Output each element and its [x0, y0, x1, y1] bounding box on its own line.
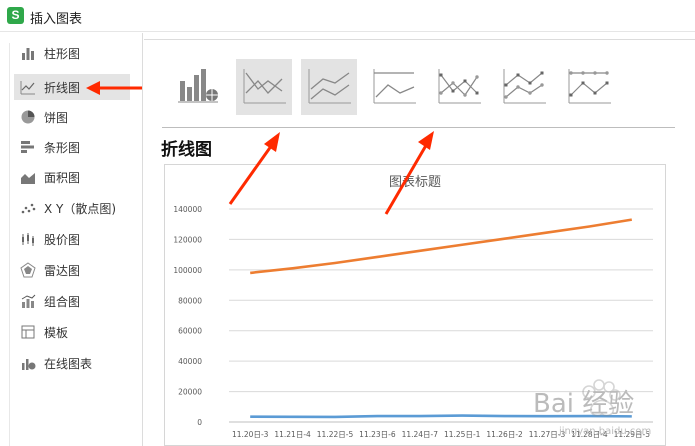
stacked-line-markers-icon — [503, 69, 546, 104]
percent-stacked-line-markers-icon — [568, 69, 611, 104]
x-tick-label: 11.20日-3 — [232, 430, 269, 439]
annotation-arrow-sidebar — [86, 81, 142, 95]
line-with-markers-icon — [438, 69, 481, 104]
x-tick-label: 11.21日-4 — [274, 430, 311, 439]
online-line-chart-icon — [178, 69, 218, 103]
sidebar-item-area[interactable]: 面积图 — [14, 164, 130, 190]
stacked-line-chart-icon — [308, 69, 351, 104]
dialog-title: 插入图表 — [30, 12, 83, 27]
panel-top-border — [144, 39, 695, 40]
radar-icon — [20, 262, 36, 278]
sidebar-item-label: 组合图 — [44, 294, 81, 309]
subtype-line-with-markers[interactable] — [431, 59, 487, 115]
y-tick-label: 100000 — [173, 266, 202, 275]
sidebar-item-pie[interactable]: 饼图 — [14, 104, 130, 130]
series-line-1 — [250, 218, 633, 275]
y-tick-label: 120000 — [173, 235, 202, 244]
x-tick-label: 11.23日-6 — [359, 430, 396, 439]
app-icon: S — [7, 7, 24, 24]
sidebar-item-label: 雷达图 — [44, 263, 81, 278]
sidebar-item-template[interactable]: 模板 — [14, 319, 130, 345]
sidebar-item-radar[interactable]: 雷达图 — [14, 257, 130, 283]
sidebar-item-bar[interactable]: 条形图 — [14, 134, 130, 160]
percent-stacked-line-icon — [373, 69, 416, 104]
sidebar-item-column[interactable]: 柱形图 — [14, 40, 130, 66]
sidebar-item-scatter[interactable]: X Y（散点图) — [14, 195, 130, 221]
section-title: 折线图 — [161, 140, 212, 160]
sidebar-edge — [9, 43, 10, 446]
sidebar-item-label: 股价图 — [44, 232, 81, 247]
x-tick-label: 11.22日-5 — [317, 430, 354, 439]
annotation-arrow-subtype-2 — [384, 131, 434, 215]
sidebar-item-label: 柱形图 — [44, 46, 81, 61]
baidu-watermark: Bai 经验 jingyan.baidu.com — [533, 379, 651, 437]
sidebar-item-label: 饼图 — [44, 110, 69, 125]
template-icon — [21, 325, 35, 339]
subtype-stacked-line-chart[interactable] — [301, 59, 357, 115]
pie-chart-icon — [21, 110, 35, 124]
sidebar-item-label: 条形图 — [44, 140, 81, 155]
line-chart-icon — [20, 81, 35, 95]
x-tick-label: 11.25日-1 — [444, 430, 481, 439]
y-tick-label: 20000 — [178, 388, 202, 397]
subtype-online-line-chart[interactable] — [170, 59, 226, 115]
area-chart-icon — [21, 173, 35, 184]
stock-chart-icon — [22, 233, 34, 246]
watermark-url: jingyan.baidu.com — [558, 426, 651, 437]
x-tick-label: 11.24日-7 — [402, 430, 439, 439]
sidebar-item-label: X Y（散点图) — [44, 201, 117, 216]
sidebar-item-label: 模板 — [44, 325, 69, 340]
horizontal-bar-icon — [21, 141, 34, 153]
subtype-percent-stacked-line[interactable] — [366, 59, 422, 115]
y-tick-label: 40000 — [178, 357, 202, 366]
y-tick-label: 0 — [197, 418, 202, 427]
sidebar-item-online-chart[interactable]: 在线图表 — [14, 350, 130, 376]
sidebar-item-label: 折线图 — [44, 80, 81, 95]
x-tick-label: 11.26日-2 — [486, 430, 523, 439]
bar-chart-icon — [22, 48, 34, 60]
y-tick-label: 60000 — [178, 327, 202, 336]
line-chart-icon — [243, 69, 286, 104]
sidebar-item-combo[interactable]: 组合图 — [14, 288, 130, 314]
y-tick-label: 140000 — [173, 205, 202, 214]
scatter-icon — [21, 203, 36, 214]
sidebar-item-label: 在线图表 — [44, 356, 93, 371]
sidebar-item-stock[interactable]: 股价图 — [14, 226, 130, 252]
subtype-stacked-line-markers[interactable] — [496, 59, 552, 115]
watermark-text: Bai 经验 — [533, 389, 634, 419]
sidebar-item-label: 面积图 — [44, 170, 81, 185]
y-tick-label: 80000 — [178, 296, 202, 305]
subtype-line-chart[interactable] — [236, 59, 292, 115]
dialog-titlebar: S 插入图表 — [0, 0, 695, 32]
subtype-percent-stacked-line-markers[interactable] — [561, 59, 617, 115]
online-chart-icon — [22, 359, 36, 370]
combo-chart-icon — [21, 294, 36, 308]
annotation-arrow-subtype-1 — [228, 132, 280, 205]
